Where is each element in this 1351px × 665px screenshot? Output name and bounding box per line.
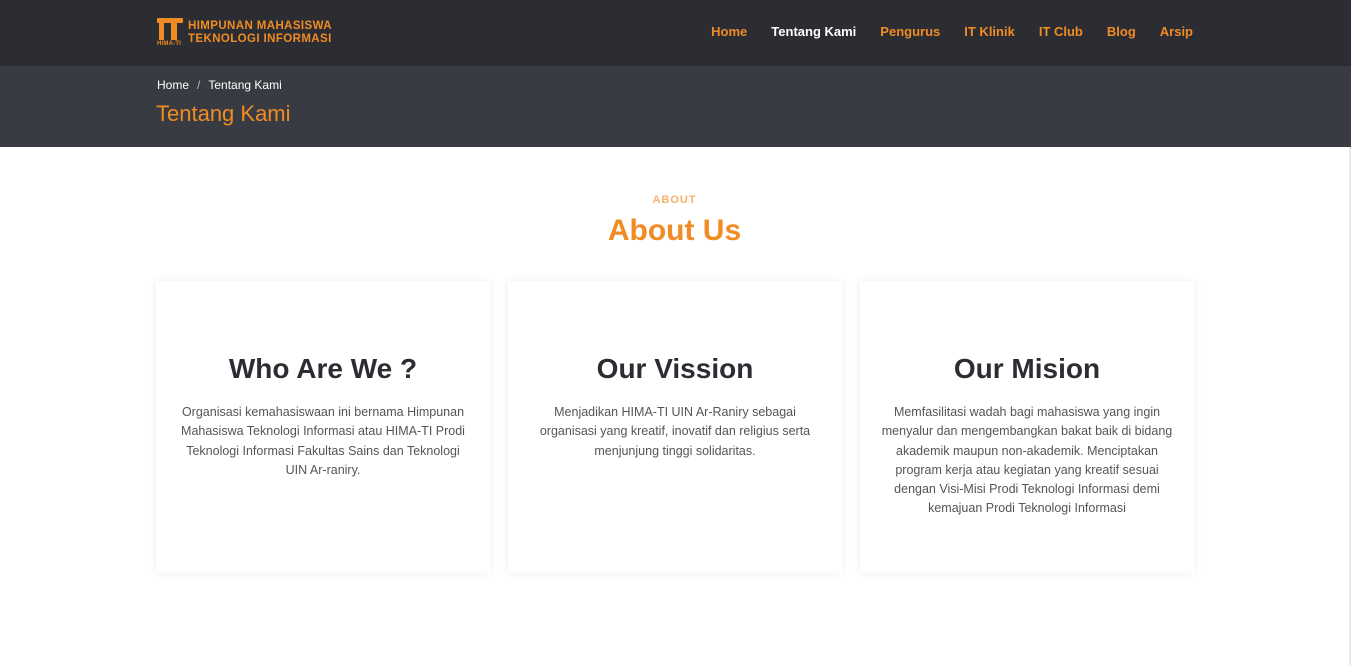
main-nav: Home Tentang Kami Pengurus IT Klinik IT …: [711, 24, 1193, 39]
site-logo[interactable]: HIMA-TI HIMPUNAN MAHASISWA TEKNOLOGI INF…: [157, 16, 342, 50]
card-title: Who Are We ?: [228, 353, 418, 384]
card-text: Memfasilitasi wadah bagi mahasiswa yang …: [881, 405, 1173, 516]
nav-item-it-klinik[interactable]: IT Klinik: [964, 24, 1015, 39]
breadcrumb-separator: /: [197, 78, 201, 92]
card-text: Menjadikan HIMA-TI UIN Ar-Raniry sebagai…: [539, 405, 811, 458]
section-tag: ABOUT: [652, 194, 697, 206]
card-text: Organisasi kemahasiswaan ini bernama Him…: [181, 405, 465, 477]
card-title: Our Mision: [953, 353, 1101, 384]
logo-wordmark: HIMPUNAN MAHASISWA TEKNOLOGI INFORMASI: [188, 20, 332, 46]
card-our-mision: Our Mision Memfasilitasi wadah bagi maha…: [860, 281, 1194, 573]
logo-mark-icon: HIMA-TI: [157, 16, 184, 50]
breadcrumb-home-link[interactable]: Home: [157, 78, 189, 92]
nav-item-home[interactable]: Home: [711, 24, 747, 39]
logo-line-2: TEKNOLOGI INFORMASI: [188, 33, 332, 45]
nav-item-blog[interactable]: Blog: [1107, 24, 1136, 39]
nav-item-tentang-kami[interactable]: Tentang Kami: [771, 24, 856, 39]
card-who-are-we: Who Are We ? Organisasi kemahasiswaan in…: [156, 281, 490, 573]
card-our-vission: Our Vission Menjadikan HIMA-TI UIN Ar-Ra…: [508, 281, 842, 573]
top-navbar: HIMA-TI HIMPUNAN MAHASISWA TEKNOLOGI INF…: [0, 0, 1351, 66]
section-title: About Us: [607, 214, 742, 247]
nav-item-it-club[interactable]: IT Club: [1039, 24, 1083, 39]
nav-item-pengurus[interactable]: Pengurus: [880, 24, 940, 39]
card-title: Our Vission: [596, 353, 754, 384]
breadcrumb: Home / Tentang Kami: [157, 78, 282, 92]
page-title: Tentang Kami: [156, 101, 291, 126]
nav-item-arsip[interactable]: Arsip: [1160, 24, 1193, 39]
breadcrumb-current: Tentang Kami: [208, 78, 282, 92]
page-header-band: Home / Tentang Kami Tentang Kami: [0, 66, 1351, 147]
logo-line-1: HIMPUNAN MAHASISWA: [188, 20, 332, 32]
logo-mark-subtext: HIMA-TI: [157, 41, 182, 47]
